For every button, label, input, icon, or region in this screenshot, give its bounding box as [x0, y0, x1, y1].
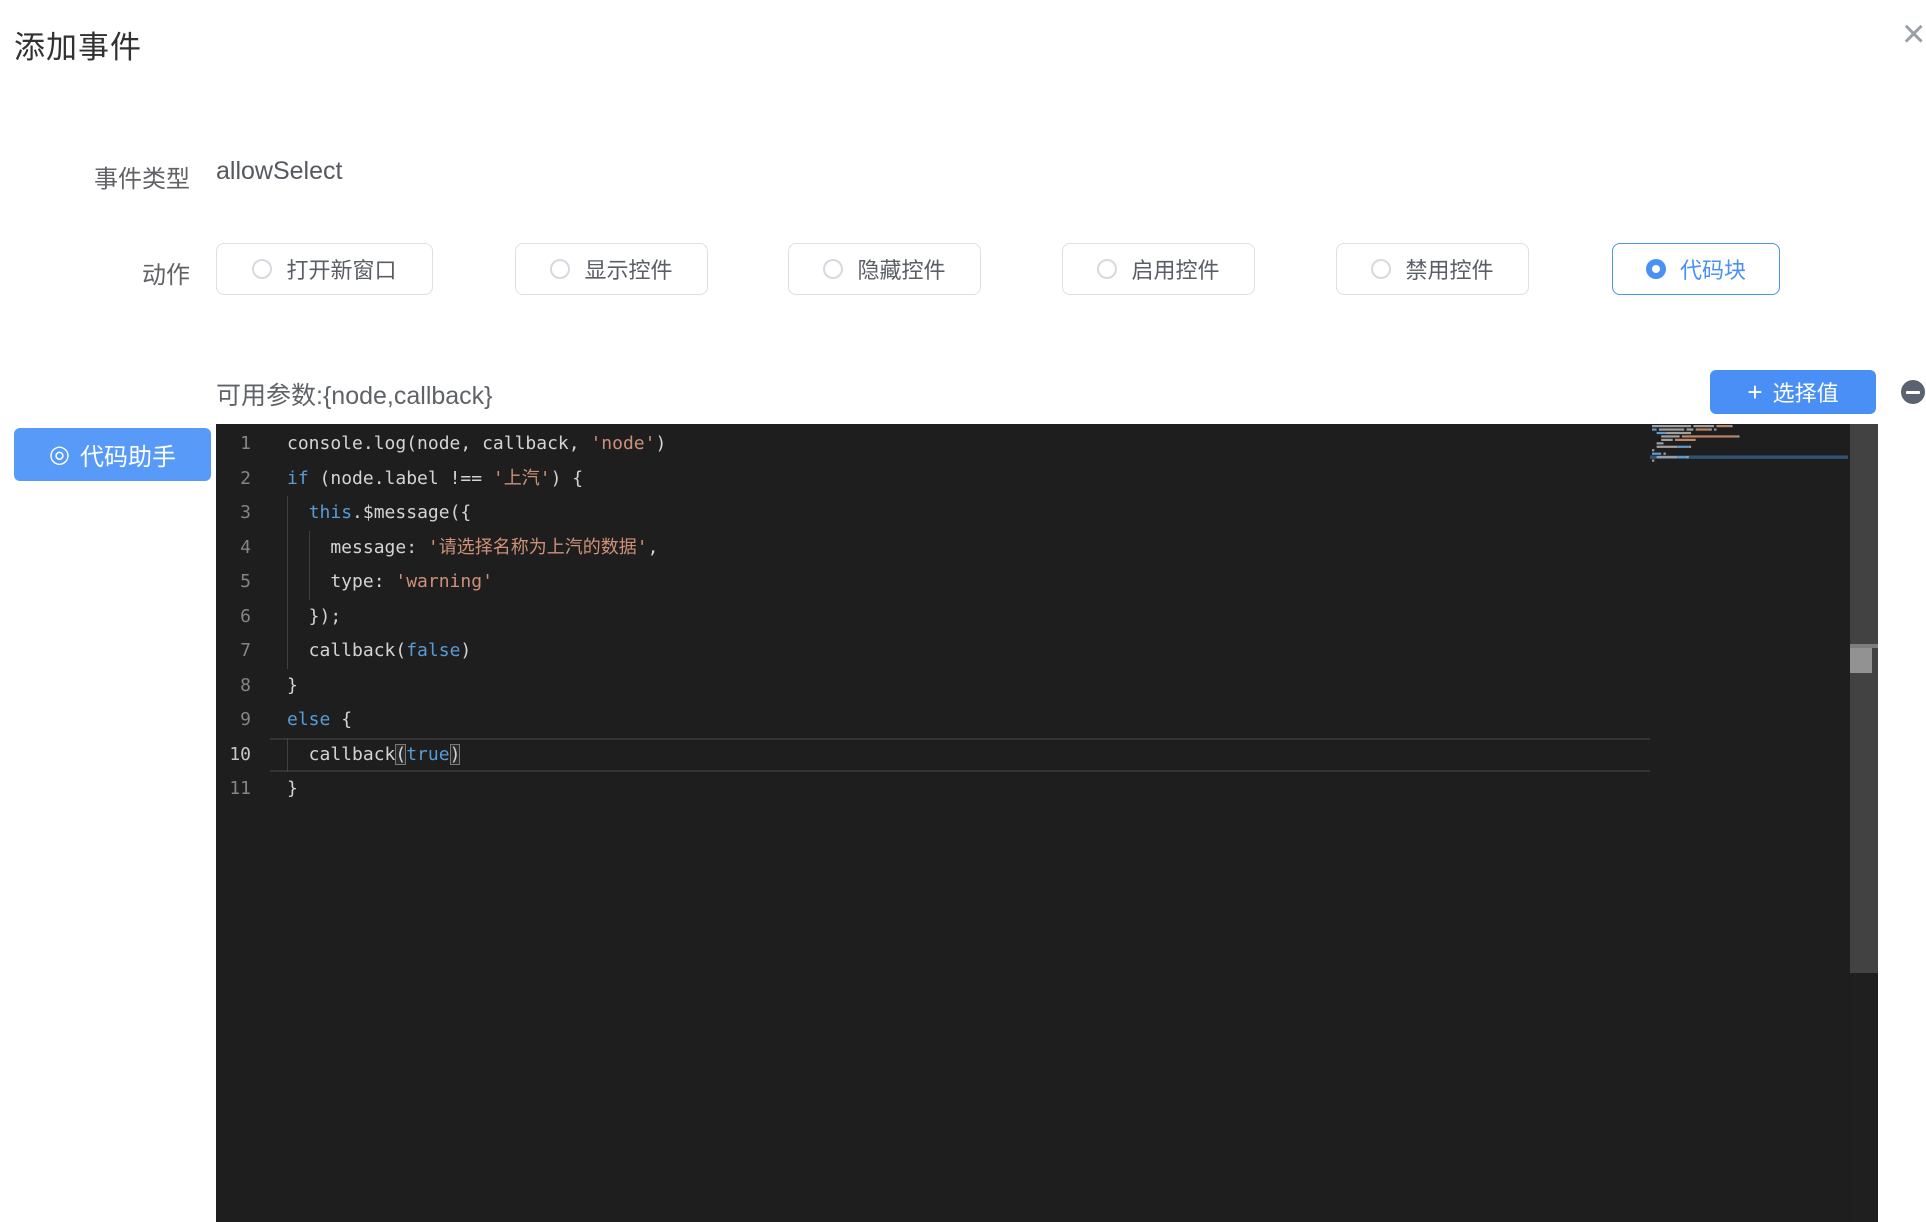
code-assistant-button[interactable]: ◎ 代码助手 — [14, 428, 211, 481]
action-option-6[interactable]: 代码块 — [1612, 243, 1780, 295]
radio-selected-icon — [1645, 259, 1666, 279]
action-option-3[interactable]: 隐藏控件 — [788, 243, 981, 295]
line-number: 7 — [240, 640, 251, 661]
action-option-2[interactable]: 显示控件 — [515, 243, 708, 295]
code-line: }); — [287, 605, 342, 627]
line-number: 6 — [240, 605, 251, 627]
action-option-label: 代码块 — [1679, 258, 1746, 283]
scrollbar-thumb[interactable] — [1850, 648, 1872, 673]
action-label: 动作 — [142, 262, 190, 289]
line-number: 11 — [229, 778, 251, 799]
select-value-label: 选择值 — [1772, 381, 1839, 406]
radio-icon — [1371, 259, 1392, 279]
assistant-icon: ◎ — [49, 440, 70, 468]
indent-guide — [287, 737, 288, 772]
code-line: callback(false) — [287, 640, 472, 661]
code-line: if (node.label !== '上汽') { — [287, 467, 584, 489]
action-option-label: 隐藏控件 — [857, 258, 946, 283]
available-params-text: 可用参数:{node,callback} — [216, 382, 493, 410]
line-number: 3 — [240, 502, 251, 523]
indent-guide — [287, 496, 288, 669]
action-option-label: 禁用控件 — [1405, 258, 1494, 283]
plus-icon: + — [1747, 377, 1763, 407]
code-line: console.log(node, callback, 'node') — [287, 433, 667, 454]
line-number: 1 — [240, 433, 251, 454]
event-type-label: 事件类型 — [94, 166, 190, 193]
action-option-label: 显示控件 — [584, 258, 673, 283]
line-number: 2 — [240, 467, 251, 489]
code-line: type: 'warning' — [287, 571, 493, 592]
action-option-4[interactable]: 启用控件 — [1062, 243, 1255, 295]
line-number: 8 — [240, 674, 251, 696]
line-number: 4 — [240, 536, 251, 558]
radio-icon — [252, 259, 273, 279]
indent-guide — [308, 530, 310, 600]
assistant-label: 代码助手 — [79, 444, 176, 471]
minimap[interactable] — [1650, 424, 1850, 494]
scrollbar-track-lower — [1850, 973, 1878, 1222]
line-number: 9 — [240, 709, 251, 730]
code-line: else { — [287, 709, 353, 730]
page-title: 添加事件 — [14, 30, 142, 65]
code-line: } — [287, 778, 298, 799]
event-type-value: allowSelect — [216, 157, 343, 185]
action-option-label: 打开新窗口 — [286, 258, 397, 283]
code-content[interactable]: console.log(node, callback, 'node') if (n… — [287, 427, 666, 807]
remove-icon[interactable] — [1901, 380, 1925, 404]
select-value-button[interactable]: + 选择值 — [1710, 370, 1876, 414]
action-option-1[interactable]: 打开新窗口 — [216, 243, 433, 295]
scrollbar-track — [1850, 424, 1878, 973]
radio-icon — [550, 259, 571, 279]
code-line: callback(true) — [287, 743, 461, 765]
line-number-gutter: 1 2 3 4 5 6 7 8 9 10 11 — [216, 427, 251, 807]
action-option-label: 启用控件 — [1131, 258, 1220, 283]
action-option-5[interactable]: 禁用控件 — [1336, 243, 1529, 295]
code-editor[interactable]: 1 2 3 4 5 6 7 8 9 10 11 console.log(node, callback… — [216, 424, 1878, 1222]
line-number: 10 — [229, 743, 251, 765]
line-number: 5 — [240, 571, 251, 592]
code-line: message: '请选择名称为上汽的数据', — [287, 536, 659, 558]
code-line: } — [287, 674, 298, 696]
radio-icon — [823, 259, 844, 279]
close-icon[interactable]: × — [1902, 14, 1926, 58]
radio-icon — [1097, 259, 1118, 279]
code-line: this.$message({ — [308, 502, 472, 523]
